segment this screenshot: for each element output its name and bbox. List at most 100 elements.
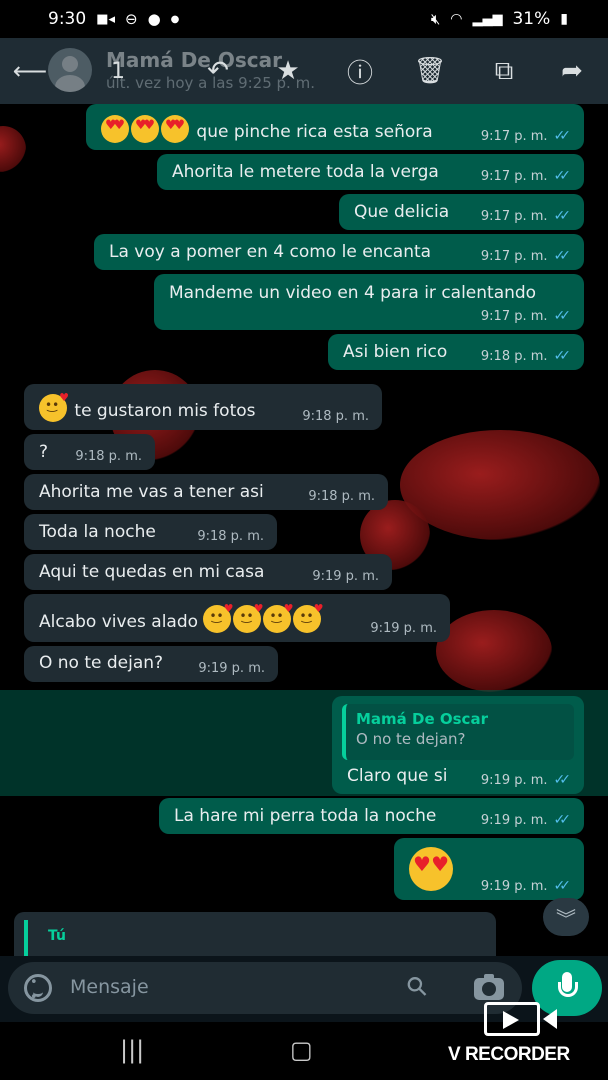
message-time: 9:17 p. m. <box>480 208 548 224</box>
message-out-selected[interactable]: Mamá De Oscar O no te dejan? Claro que s… <box>332 696 584 794</box>
message-time: 9:17 p. m. <box>480 248 548 264</box>
kiss-emoji <box>263 602 293 633</box>
reply-icon[interactable]: ↶ <box>200 53 236 89</box>
message-text: Aqui te quedas en mi casa <box>39 562 265 582</box>
camera-icon[interactable] <box>474 974 504 1000</box>
mute-icon: 🔇︎ <box>430 10 441 28</box>
read-ticks-icon: ✓✓ <box>553 308 572 324</box>
message-time: 9:17 p. m. <box>480 168 548 184</box>
message-out[interactable]: Mandeme un video en 4 para ir calentando… <box>154 274 584 330</box>
message-time: 9:19 p. m. <box>198 661 265 676</box>
message-time: 9:18 p. m. <box>308 489 375 504</box>
wallpaper-petal <box>400 430 600 540</box>
home-icon[interactable]: ▢ <box>290 1036 313 1064</box>
scroll-down-button[interactable]: ︾ <box>543 898 589 936</box>
message-time: 9:19 p. m. <box>480 878 548 894</box>
message-in[interactable]: O no te dejan? 9:19 p. m. <box>24 646 278 682</box>
chevron-down-icon: ︾ <box>556 906 576 931</box>
message-time: 9:18 p. m. <box>302 409 369 424</box>
delete-icon[interactable]: 🗑︎ <box>412 53 448 89</box>
dnd-icon: ⊖ <box>125 10 138 28</box>
message-text: ? <box>39 442 49 462</box>
recents-icon[interactable]: ||| <box>120 1036 144 1064</box>
attach-icon[interactable]: ⚲ <box>400 970 435 1005</box>
kiss-emoji <box>293 602 323 633</box>
message-in[interactable]: Aqui te quedas en mi casa 9:19 p. m. <box>24 554 392 590</box>
message-time: 9:17 p. m. <box>480 308 548 324</box>
message-in[interactable]: Ahorita me vas a tener asi 9:18 p. m. <box>24 474 388 510</box>
read-ticks-icon: ✓✓ <box>553 812 572 828</box>
wifi-icon: ◠ <box>450 11 463 27</box>
message-time: 9:19 p. m. <box>480 812 548 828</box>
message-input[interactable]: Mensaje ⚲ <box>8 962 522 1014</box>
wallpaper-petal <box>436 610 552 692</box>
message-text: Mandeme un video en 4 para ir calentando <box>169 283 537 303</box>
message-text: O no te dejan? <box>39 653 164 673</box>
reply-preview[interactable]: Tú <box>14 912 496 956</box>
recorder-watermark: V RECORDER <box>448 1000 598 1070</box>
message-text: La hare mi perra toda la noche <box>174 806 437 826</box>
message-in[interactable]: ? 9:18 p. m. <box>24 434 155 470</box>
reply-author: Tú <box>48 928 66 944</box>
message-text: que pinche rica esta señora <box>196 122 433 142</box>
message-text: Alcabo vives alado <box>39 612 199 632</box>
signal-icon: ▂▄▆ <box>472 11 503 27</box>
status-time: 9:30 <box>48 9 87 29</box>
message-text: Toda la noche <box>39 522 156 542</box>
message-out[interactable]: Asi bien rico 9:18 p. m. ✓✓ <box>328 334 584 370</box>
message-text: La voy a pomer en 4 como le encanta <box>109 242 432 262</box>
status-bar: 9:30 ■◂ ⊖ ● ● 🔇︎ ◠ ▂▄▆ 31% ▮ <box>0 0 608 38</box>
emoji-icon[interactable] <box>24 974 52 1005</box>
message-text: Asi bien rico <box>343 342 448 362</box>
back-icon[interactable]: ⟵ <box>12 53 48 89</box>
message-text: Que delicia <box>354 202 450 222</box>
read-ticks-icon: ✓✓ <box>553 878 572 894</box>
message-time: 9:17 p. m. <box>480 128 548 144</box>
read-ticks-icon: ✓✓ <box>553 248 572 264</box>
quoted-author: Mamá De Oscar <box>356 710 488 728</box>
message-text: Claro que si <box>347 766 448 786</box>
message-time: 9:18 p. m. <box>75 449 142 464</box>
read-ticks-icon: ✓✓ <box>553 208 572 224</box>
video-icon: ■◂ <box>96 11 115 27</box>
message-text: Ahorita me vas a tener asi <box>39 482 264 502</box>
message-time: 9:19 p. m. <box>312 569 379 584</box>
quoted-message[interactable]: Mamá De Oscar O no te dejan? <box>342 704 574 760</box>
message-in[interactable]: Toda la noche 9:18 p. m. <box>24 514 277 550</box>
message-out[interactable]: 9:19 p. m. ✓✓ <box>394 838 584 900</box>
star-icon[interactable]: ★ <box>270 53 306 89</box>
copy-icon[interactable]: ⧉ <box>486 53 522 89</box>
message-time: 9:19 p. m. <box>480 772 548 788</box>
message-time: 9:19 p. m. <box>370 621 437 636</box>
read-ticks-icon: ✓✓ <box>553 168 572 184</box>
message-out[interactable]: Que delicia 9:17 p. m. ✓✓ <box>339 194 584 230</box>
battery-text: 31% <box>512 9 551 29</box>
message-in[interactable]: te gustaron mis fotos 9:18 p. m. <box>24 384 382 430</box>
message-placeholder[interactable]: Mensaje <box>70 976 149 998</box>
app-bar: Mamá De Oscar últ. vez hoy a las 9:25 p.… <box>0 38 608 104</box>
selection-count: 1 <box>111 58 125 84</box>
account-icon: ● <box>147 10 161 28</box>
quoted-text: O no te dejan? <box>356 730 466 748</box>
kiss-emoji <box>203 602 233 633</box>
kiss-emoji <box>233 602 263 633</box>
kiss-emoji <box>39 391 69 422</box>
message-text: te gustaron mis fotos <box>74 401 256 421</box>
watermark-label: V RECORDER <box>448 1044 570 1065</box>
message-out[interactable]: La hare mi perra toda la noche 9:19 p. m… <box>159 798 584 834</box>
read-ticks-icon: ✓✓ <box>553 348 572 364</box>
heart-eyes-emoji <box>101 115 129 143</box>
message-in[interactable]: Alcabo vives alado 9:19 p. m. <box>24 594 450 642</box>
message-text: Ahorita le metere toda la verga <box>172 162 439 182</box>
battery-icon: ▮ <box>560 11 568 27</box>
message-out[interactable]: Ahorita le metere toda la verga 9:17 p. … <box>157 154 584 190</box>
video-camera-icon <box>484 1002 557 1036</box>
message-time: 9:18 p. m. <box>197 529 264 544</box>
avatar[interactable] <box>48 48 92 92</box>
info-icon[interactable]: ⓘ <box>342 53 378 89</box>
message-time: 9:18 p. m. <box>480 348 548 364</box>
message-out[interactable]: La voy a pomer en 4 como le encanta 9:17… <box>94 234 584 270</box>
wallpaper-petal <box>0 126 26 172</box>
forward-icon[interactable]: ➦ <box>554 53 590 89</box>
message-out[interactable]: que pinche rica esta señora 9:17 p. m. ✓✓ <box>86 104 584 150</box>
